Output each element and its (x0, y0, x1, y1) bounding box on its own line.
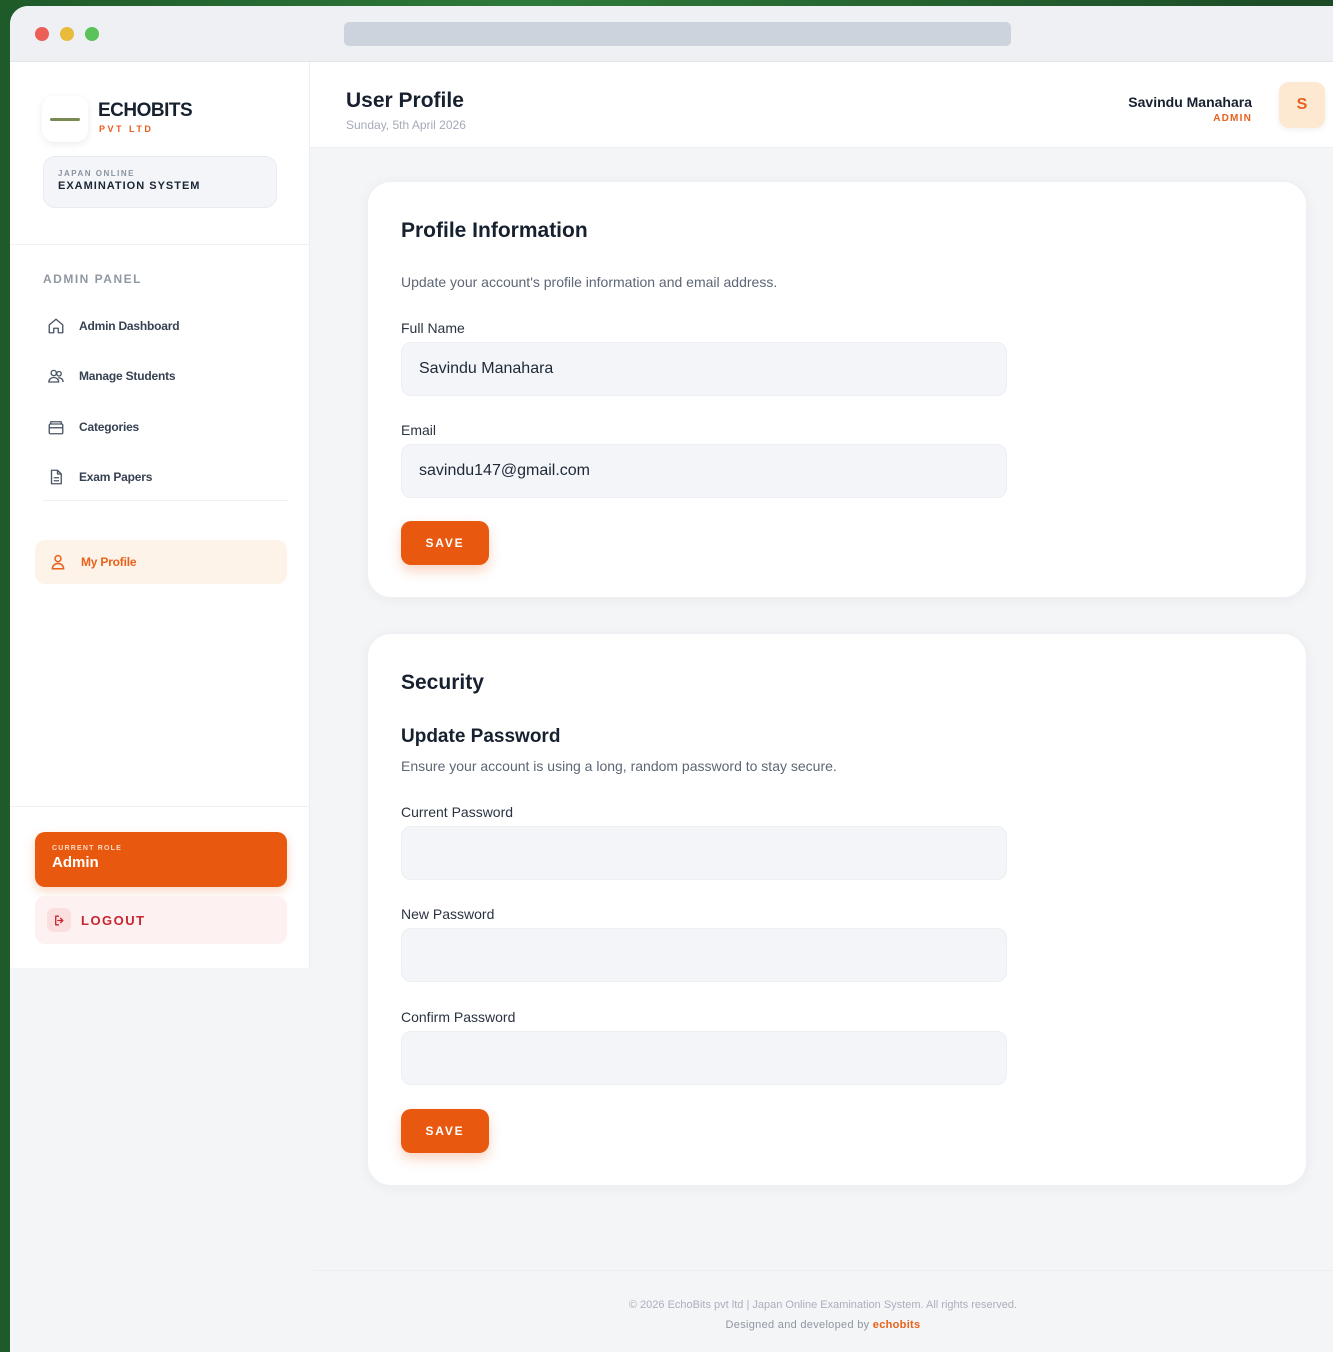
sidebar-item-exam-papers[interactable]: Exam Papers (43, 459, 291, 495)
footer-copyright: © 2026 EchoBits pvt ltd | Japan Online E… (628, 1299, 1018, 1311)
profile-card-description: Update your account's profile informatio… (401, 274, 778, 290)
security-card: Security Update Password Ensure your acc… (367, 633, 1307, 1186)
browser-window: ECHOBITS PVT LTD JAPAN ONLINE EXAMINATIO… (10, 6, 1333, 1352)
security-card-title: Security (401, 671, 484, 694)
profile-information-card: Profile Information Update your account'… (367, 181, 1307, 598)
minimize-window-button[interactable] (60, 27, 74, 41)
confirm-password-label: Confirm Password (401, 1009, 516, 1025)
brand-logo (42, 96, 88, 142)
sidebar-item-manage-students[interactable]: Manage Students (43, 358, 291, 394)
maximize-window-button[interactable] (85, 27, 99, 41)
profile-card-title: Profile Information (401, 219, 588, 242)
sidebar-item-categories[interactable]: Categories (43, 409, 291, 445)
update-password-description: Ensure your account is using a long, ran… (401, 758, 837, 774)
email-field[interactable] (401, 444, 1007, 498)
page-header: User Profile Sunday, 5th April 2026 Savi… (310, 62, 1333, 148)
new-password-label: New Password (401, 906, 495, 922)
address-bar[interactable] (344, 22, 1011, 46)
footer-credits-prefix: Designed and developed by (725, 1319, 870, 1331)
footer-divider (313, 1270, 1333, 1271)
document-icon (50, 469, 62, 485)
confirm-password-field[interactable] (401, 1031, 1007, 1085)
folder-icon (48, 421, 64, 435)
footer-brand-link[interactable]: echobits (873, 1319, 921, 1331)
close-window-button[interactable] (35, 27, 49, 41)
logout-icon (47, 908, 71, 932)
home-icon (48, 318, 64, 334)
current-password-label: Current Password (401, 804, 514, 820)
sidebar-section-label: ADMIN PANEL (43, 272, 142, 286)
sidebar-item-label: Admin Dashboard (79, 319, 180, 333)
save-password-button[interactable]: SAVE (401, 1109, 489, 1153)
current-role-label: CURRENT ROLE (52, 845, 123, 852)
current-password-field[interactable] (401, 826, 1007, 880)
footer-credits: Designed and developed by echobits (313, 1319, 1333, 1331)
user-icon (51, 554, 65, 570)
page-title: User Profile (346, 89, 464, 112)
users-icon (48, 369, 64, 383)
system-line1: JAPAN ONLINE (58, 169, 135, 178)
current-role-value: Admin (52, 854, 99, 871)
sidebar-item-label: Manage Students (79, 369, 176, 383)
brand-subtitle: PVT LTD (99, 124, 154, 134)
sidebar-item-admin-dashboard[interactable]: Admin Dashboard (43, 308, 291, 344)
sidebar-item-label: Exam Papers (79, 470, 153, 484)
sidebar-divider (10, 244, 310, 245)
logout-label: LOGOUT (81, 912, 146, 928)
save-profile-button[interactable]: SAVE (401, 521, 489, 565)
avatar[interactable]: S (1279, 82, 1325, 128)
logout-button[interactable]: LOGOUT (35, 896, 287, 944)
sidebar-nav-divider (43, 500, 289, 501)
sidebar-item-my-profile[interactable]: My Profile (35, 540, 287, 584)
browser-titlebar (10, 6, 1333, 62)
sidebar-bottom-divider (10, 806, 310, 807)
full-name-field[interactable] (401, 342, 1007, 396)
brand[interactable]: ECHOBITS PVT LTD (42, 96, 292, 146)
sidebar: ECHOBITS PVT LTD JAPAN ONLINE EXAMINATIO… (10, 62, 310, 968)
current-role-card: CURRENT ROLE Admin (35, 832, 287, 887)
header-user-role: ADMIN (1213, 113, 1252, 124)
sidebar-item-label: My Profile (81, 555, 137, 569)
system-badge: JAPAN ONLINE EXAMINATION SYSTEM (43, 156, 277, 208)
system-line2: EXAMINATION SYSTEM (58, 180, 201, 192)
new-password-field[interactable] (401, 928, 1007, 982)
page-date: Sunday, 5th April 2026 (346, 118, 466, 132)
brand-name: ECHOBITS (98, 100, 193, 121)
email-label: Email (401, 422, 437, 438)
update-password-title: Update Password (401, 726, 561, 747)
full-name-label: Full Name (401, 320, 465, 336)
sidebar-item-label: Categories (79, 420, 140, 434)
header-user-name: Savindu Manahara (1128, 94, 1252, 110)
